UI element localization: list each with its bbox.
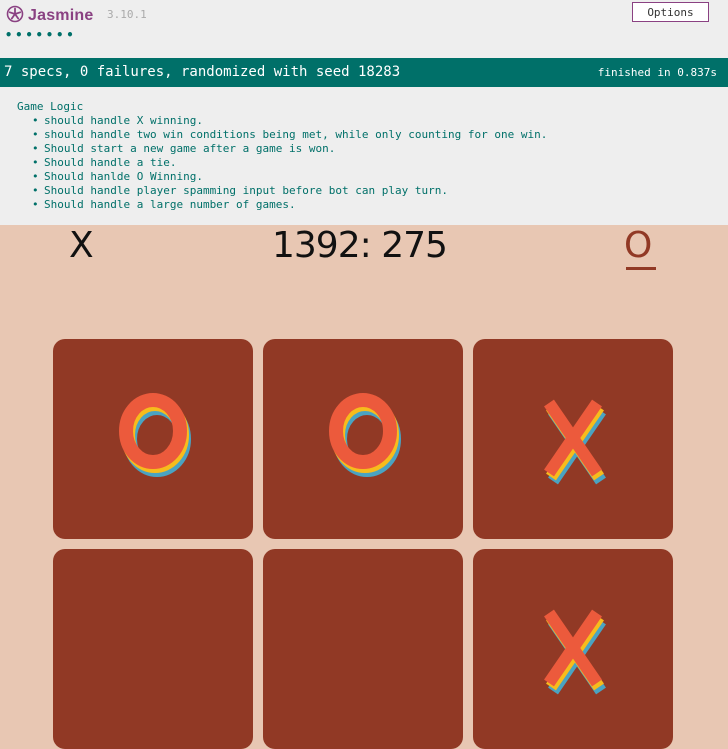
- player-x-label: X: [69, 225, 94, 266]
- jasmine-version: 3.10.1: [107, 8, 147, 21]
- options-button[interactable]: Options: [632, 2, 709, 22]
- current-turn-indicator: [626, 267, 656, 270]
- jasmine-flower-icon: [6, 5, 24, 27]
- board-cell-1[interactable]: [263, 339, 463, 539]
- spec-item[interactable]: should handle two win conditions being m…: [32, 128, 547, 142]
- spec-status-dots: •••••••: [5, 28, 77, 42]
- board-cell-4[interactable]: [263, 549, 463, 749]
- o-mark-icon: [329, 393, 401, 477]
- spec-item[interactable]: should handle X winning.: [32, 114, 547, 128]
- score-display: 1392: 275: [272, 225, 448, 266]
- spec-item[interactable]: Should hanlde O Winning.: [32, 170, 547, 184]
- jasmine-reporter: Jasmine 3.10.1 Options ••••••• 7 specs, …: [0, 0, 728, 225]
- spec-list: should handle X winning. should handle t…: [17, 114, 547, 212]
- suite-results: Game Logic should handle X winning. shou…: [17, 100, 547, 212]
- jasmine-logo-text: Jasmine: [28, 7, 94, 24]
- board-cell-5[interactable]: [473, 549, 673, 749]
- player-o-label: O: [624, 225, 653, 266]
- x-mark-icon: [544, 399, 606, 485]
- spec-item[interactable]: Should handle a tie.: [32, 156, 547, 170]
- spec-item[interactable]: Should handle a large number of games.: [32, 198, 547, 212]
- spec-item[interactable]: Should start a new game after a game is …: [32, 142, 547, 156]
- summary-text[interactable]: 7 specs, 0 failures, randomized with see…: [4, 64, 400, 80]
- jasmine-banner: Jasmine 3.10.1 Options •••••••: [0, 0, 728, 58]
- spec-item[interactable]: Should handle player spamming input befo…: [32, 184, 547, 198]
- tic-tac-toe-game: X 1392: 275 O: [0, 225, 728, 749]
- board-cell-2[interactable]: [473, 339, 673, 539]
- board-cell-0[interactable]: [53, 339, 253, 539]
- board-cell-3[interactable]: [53, 549, 253, 749]
- summary-bar: 7 specs, 0 failures, randomized with see…: [0, 58, 728, 87]
- o-mark-icon: [119, 393, 191, 477]
- x-mark-icon: [544, 609, 606, 695]
- jasmine-logo[interactable]: Jasmine: [6, 5, 93, 27]
- duration-text: finished in 0.837s: [597, 66, 717, 79]
- suite-name[interactable]: Game Logic: [17, 100, 547, 114]
